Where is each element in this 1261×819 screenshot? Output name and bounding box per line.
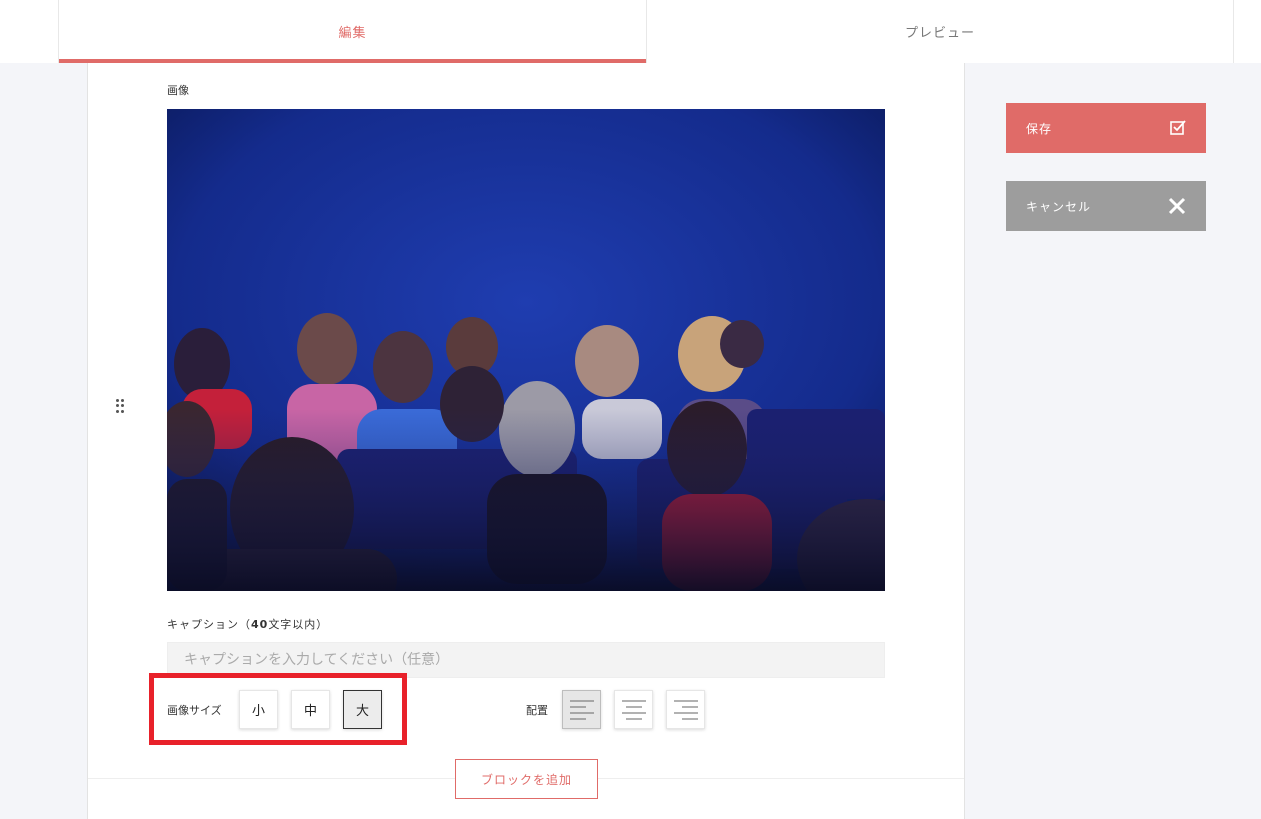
tab-bar: 編集 プレビュー xyxy=(0,0,1261,63)
caption-input[interactable] xyxy=(167,642,885,678)
caption-label-post: 文字以内） xyxy=(268,618,329,631)
block-image[interactable] xyxy=(167,109,885,591)
image-size-label: 画像サイズ xyxy=(167,704,222,717)
save-button[interactable]: 保存 xyxy=(1006,103,1206,153)
caption-label-num: 40 xyxy=(251,618,269,631)
close-icon xyxy=(1168,197,1186,215)
add-block-button[interactable]: ブロックを追加 xyxy=(455,759,598,799)
tab-edit[interactable]: 編集 xyxy=(58,0,646,63)
drag-handle-icon[interactable] xyxy=(116,399,126,413)
align-right-button[interactable] xyxy=(666,690,705,729)
image-label: 画像 xyxy=(167,84,189,97)
cancel-button[interactable]: キャンセル xyxy=(1006,181,1206,231)
tab-preview[interactable]: プレビュー xyxy=(646,0,1234,63)
caption-label-pre: キャプション（ xyxy=(167,618,251,631)
size-large-button[interactable]: 大 xyxy=(343,690,382,729)
size-medium-button[interactable]: 中 xyxy=(291,690,330,729)
right-align-icon xyxy=(673,700,698,719)
cancel-label: キャンセル xyxy=(1026,199,1092,214)
align-label: 配置 xyxy=(526,704,548,717)
align-left-button[interactable] xyxy=(562,690,601,729)
align-center-button[interactable] xyxy=(614,690,653,729)
size-small-button[interactable]: 小 xyxy=(239,690,278,729)
left-align-icon xyxy=(569,700,594,719)
editor-panel: 画像 キャプション（40文字以内） キャプションを入力してください（任意） 画像… xyxy=(87,63,965,819)
checkbox-check-icon xyxy=(1170,120,1186,135)
caption-label: キャプション（40文字以内） xyxy=(167,616,328,632)
save-label: 保存 xyxy=(1026,121,1053,136)
center-align-icon xyxy=(621,700,646,719)
